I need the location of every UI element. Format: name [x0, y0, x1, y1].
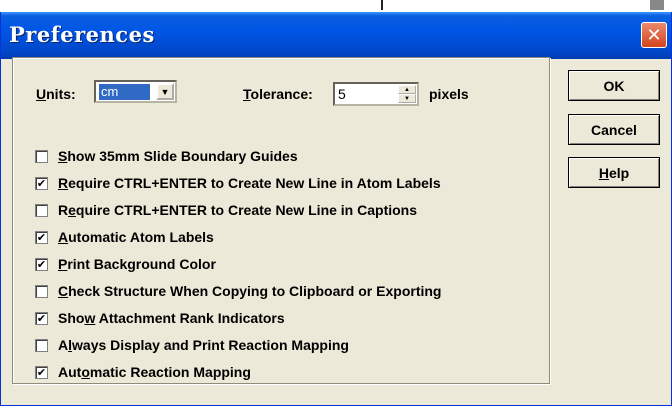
option-ctrl-enter-atom-labels[interactable]: ✔ Require CTRL+ENTER to Create New Line …	[35, 174, 441, 192]
option-label: Automatic Reaction Mapping	[58, 364, 251, 380]
label-part: heck Structure When Copying to Clipboard…	[68, 283, 442, 299]
label-part: Aut	[58, 364, 82, 380]
label-mnemonic: R	[58, 175, 69, 191]
title-bar[interactable]: Preferences ✕	[1, 12, 671, 59]
units-select[interactable]: cm ▼	[94, 80, 177, 103]
label-mnemonic: P	[58, 256, 68, 272]
checkbox[interactable]: ✔	[35, 311, 48, 325]
help-label-text: elp	[608, 164, 630, 181]
option-label: Print Background Color	[58, 256, 216, 272]
label-mnemonic: S	[58, 148, 68, 164]
option-label: Require CTRL+ENTER to Create New Line in…	[58, 202, 417, 218]
label-part: equire CTRL+ENTER to Create New Line in …	[68, 175, 441, 191]
dialog-title: Preferences	[9, 22, 155, 47]
option-attachment-rank-indicators[interactable]: ✔ Show Attachment Rank Indicators	[35, 309, 285, 327]
close-icon: ✕	[646, 24, 662, 46]
label-part: R	[58, 202, 69, 218]
label-mnemonic: e	[68, 202, 76, 218]
option-print-background-color[interactable]: ✔ Print Background Color	[35, 255, 216, 273]
spin-down-icon[interactable]: ▼	[398, 94, 416, 103]
help-mnemonic: H	[598, 164, 609, 181]
close-button[interactable]: ✕	[641, 22, 667, 48]
tolerance-mnemonic: T	[243, 86, 251, 102]
option-check-structure[interactable]: Check Structure When Copying to Clipboar…	[35, 282, 441, 300]
label-part: rint Background Color	[67, 256, 216, 272]
label-part: utomatic Atom Labels	[68, 229, 214, 245]
option-display-reaction-mapping[interactable]: Always Display and Print Reaction Mappin…	[35, 336, 349, 354]
tolerance-spinner[interactable]: 5 ▲ ▼	[333, 82, 419, 106]
tolerance-label: Tolerance:	[243, 86, 313, 102]
tolerance-units: pixels	[429, 86, 469, 102]
checkbox[interactable]	[35, 149, 48, 163]
tolerance-value[interactable]: 5	[338, 86, 346, 102]
option-ctrl-enter-captions[interactable]: Require CTRL+ENTER to Create New Line in…	[35, 201, 417, 219]
label-part: A	[58, 337, 69, 353]
checkbox[interactable]: ✔	[35, 257, 48, 271]
units-value: cm	[99, 84, 150, 100]
label-part: matic Reaction Mapping	[89, 364, 251, 380]
background-strip	[0, 0, 672, 12]
option-label: Show Attachment Rank Indicators	[58, 310, 285, 326]
label-part: how 35mm Slide Boundary Guides	[67, 148, 298, 164]
chevron-down-icon[interactable]: ▼	[156, 83, 174, 100]
background-fragment	[381, 0, 383, 10]
label-mnemonic: w	[84, 310, 96, 326]
help-button[interactable]: Help	[568, 157, 660, 188]
option-automatic-reaction-mapping[interactable]: ✔ Automatic Reaction Mapping	[35, 363, 251, 381]
label-part: quire CTRL+ENTER to Create New Line in C…	[75, 202, 418, 218]
spinner-buttons: ▲ ▼	[398, 85, 416, 103]
tolerance-label-text: olerance:	[250, 86, 313, 102]
label-part: ways Display and Print Reaction Mapping	[72, 337, 349, 353]
checkbox[interactable]: ✔	[35, 230, 48, 244]
ok-button[interactable]: OK	[568, 70, 660, 101]
option-label: Show 35mm Slide Boundary Guides	[58, 148, 298, 164]
option-label: Automatic Atom Labels	[58, 229, 214, 245]
label-part: Attachment Rank Indicators	[95, 310, 285, 326]
checkbox[interactable]	[35, 203, 48, 217]
checkbox[interactable]	[35, 284, 48, 298]
label-part: Sho	[58, 310, 85, 326]
checkbox[interactable]: ✔	[35, 176, 48, 190]
units-label-text: nits:	[46, 86, 76, 102]
units-mnemonic: U	[36, 86, 47, 102]
units-label: Units:	[36, 86, 76, 102]
checkbox[interactable]	[35, 338, 48, 352]
option-label: Always Display and Print Reaction Mappin…	[58, 337, 349, 353]
options-group	[12, 57, 550, 384]
label-mnemonic: o	[81, 364, 90, 380]
option-automatic-atom-labels[interactable]: ✔ Automatic Atom Labels	[35, 228, 214, 246]
spin-up-icon[interactable]: ▲	[398, 85, 416, 94]
option-label: Require CTRL+ENTER to Create New Line in…	[58, 175, 441, 191]
cancel-button[interactable]: Cancel	[568, 114, 660, 145]
background-fragment	[650, 0, 664, 10]
checkbox[interactable]: ✔	[35, 365, 48, 379]
option-show-slide-guides[interactable]: Show 35mm Slide Boundary Guides	[35, 147, 298, 165]
label-mnemonic: C	[58, 283, 69, 299]
option-label: Check Structure When Copying to Clipboar…	[58, 283, 441, 299]
label-mnemonic: A	[58, 229, 69, 245]
